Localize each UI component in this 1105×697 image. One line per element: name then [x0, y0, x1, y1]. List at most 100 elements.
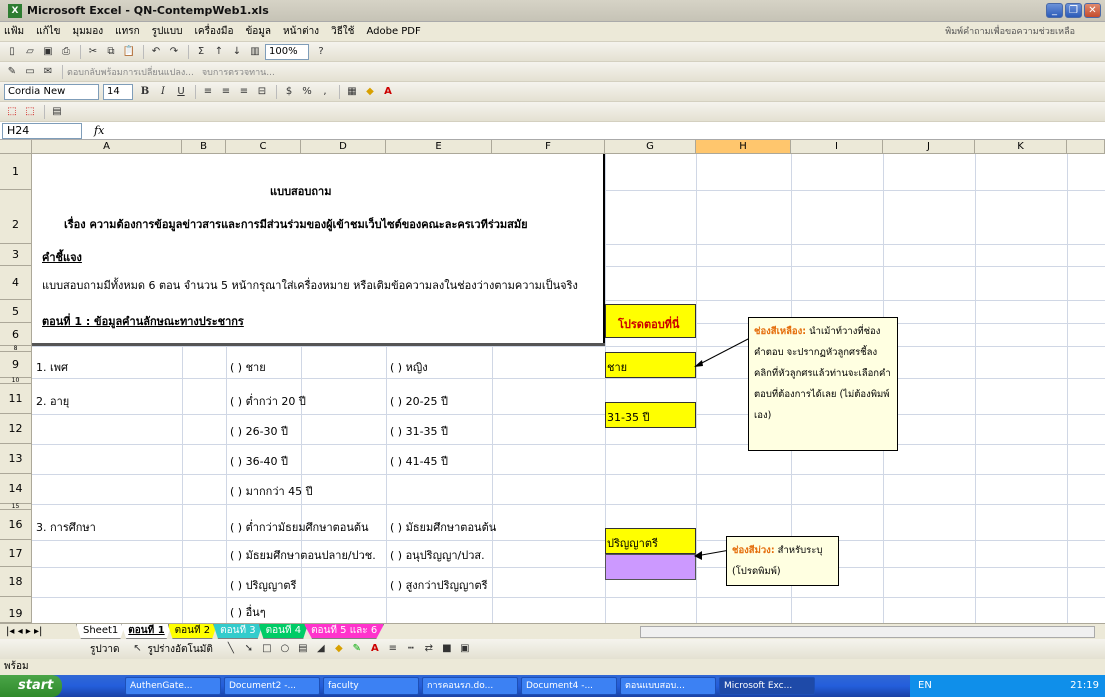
start-button[interactable]: start — [0, 675, 62, 697]
menu-adobe-pdf[interactable]: Adobe PDF — [366, 26, 420, 37]
column-header-b[interactable]: B — [182, 140, 226, 154]
menu-view[interactable]: มุมมอง — [73, 24, 104, 39]
row-header[interactable]: 3 — [0, 244, 32, 266]
help-icon[interactable]: ? — [313, 44, 329, 60]
font-name-select[interactable]: Cordia New — [4, 83, 99, 100]
column-header-e[interactable]: E — [386, 140, 492, 154]
sort-desc-icon[interactable]: ↓ — [229, 44, 245, 60]
row-header[interactable]: 2 — [0, 190, 32, 244]
draw-menu-button[interactable]: รูปวาด — [90, 642, 119, 657]
redo-icon[interactable]: ↷ — [166, 44, 182, 60]
menu-insert[interactable]: แทรก — [115, 24, 139, 39]
column-header-f[interactable]: F — [492, 140, 605, 154]
row-header[interactable]: 18 — [0, 567, 32, 597]
mail-icon[interactable]: ✉ — [40, 64, 56, 80]
column-header-k[interactable]: K — [975, 140, 1067, 154]
taskbar-button[interactable]: AuthenGate... — [125, 677, 221, 695]
language-indicator[interactable]: EN — [918, 680, 932, 691]
reply-changes-button[interactable]: ตอบกลับพร้อมการเปลี่ยนแปลง... — [67, 65, 194, 79]
column-header-g[interactable]: G — [605, 140, 696, 154]
menu-format[interactable]: รูปแบบ — [152, 24, 183, 39]
sheet-tab[interactable]: Sheet1 — [76, 624, 126, 639]
line-style-icon[interactable]: ≡ — [385, 641, 401, 657]
underline-icon[interactable]: U — [173, 84, 189, 100]
print-icon[interactable]: ⎙ — [58, 44, 74, 60]
row-header[interactable]: 4 — [0, 266, 32, 300]
row-header[interactable]: 11 — [0, 384, 32, 414]
row-header[interactable]: 1 — [0, 154, 32, 190]
dash-style-icon[interactable]: ┅ — [403, 641, 419, 657]
menu-window[interactable]: หน้าต่าง — [283, 24, 319, 39]
q3-other-input-cell[interactable] — [605, 554, 696, 580]
chart-icon[interactable]: ▥ — [247, 44, 263, 60]
taskbar-button-active[interactable]: Microsoft Exc... — [719, 677, 815, 695]
sheet-tab[interactable]: ตอนที่ 2 — [167, 624, 218, 639]
sheet-tab[interactable]: ตอนที่ 5 และ 6 — [304, 624, 385, 639]
column-header-l[interactable] — [1067, 140, 1105, 154]
comma-icon[interactable]: , — [317, 84, 333, 100]
end-review-button[interactable]: จบการตรวจทาน... — [202, 65, 275, 79]
menu-edit[interactable]: แก้ไข — [36, 24, 60, 39]
name-box[interactable]: H24 — [2, 122, 82, 139]
fx-icon[interactable]: fx — [94, 124, 104, 137]
new-icon[interactable]: ▯ — [4, 44, 20, 60]
textbox-icon[interactable]: ▤ — [295, 641, 311, 657]
align-left-icon[interactable]: ≡ — [200, 84, 216, 100]
q3-answer-value[interactable]: ปริญญาตรี — [607, 534, 658, 552]
fill-color-icon[interactable]: ◆ — [331, 641, 347, 657]
pdf-email-icon[interactable]: ⬚ — [22, 104, 38, 120]
undo-icon[interactable]: ↶ — [148, 44, 164, 60]
select-all-corner[interactable] — [0, 140, 32, 154]
cut-icon[interactable]: ✂ — [85, 44, 101, 60]
row-header[interactable]: 19 — [0, 597, 32, 623]
line-icon[interactable]: ╲ — [223, 641, 239, 657]
percent-icon[interactable]: % — [299, 84, 315, 100]
taskbar-button[interactable]: ตอนแบบสอบ... — [620, 677, 716, 695]
font-color-icon[interactable]: A — [380, 84, 396, 100]
borders-icon[interactable]: ▦ — [344, 84, 360, 100]
menu-data[interactable]: ข้อมูล — [245, 24, 271, 39]
column-header-a[interactable]: A — [32, 140, 182, 154]
sheet-tab[interactable]: ตอนที่ 3 — [213, 624, 263, 639]
bold-icon[interactable]: B — [137, 84, 153, 100]
oval-icon[interactable]: ○ — [277, 641, 293, 657]
sheet-tab-active[interactable]: ตอนที่ 1 — [121, 624, 172, 639]
align-right-icon[interactable]: ≡ — [236, 84, 252, 100]
3d-icon[interactable]: ▣ — [457, 641, 473, 657]
save-icon[interactable]: ▣ — [40, 44, 56, 60]
horizontal-scrollbar[interactable] — [640, 626, 1095, 638]
row-header[interactable]: 16 — [0, 510, 32, 540]
row-header[interactable]: 12 — [0, 414, 32, 444]
q1-answer-value[interactable]: ชาย — [607, 358, 627, 376]
arrow-icon[interactable]: ➘ — [241, 641, 257, 657]
pdf-icon[interactable]: ⬚ — [4, 104, 20, 120]
paste-icon[interactable]: 📋 — [121, 44, 137, 60]
close-button[interactable]: ✕ — [1084, 3, 1101, 18]
q2-answer-value[interactable]: 31-35 ปี — [607, 408, 649, 426]
column-header-i[interactable]: I — [791, 140, 883, 154]
help-search-box[interactable]: พิมพ์คำถามเพื่อขอความช่วยเหลือ — [945, 24, 1075, 38]
row-header[interactable]: 13 — [0, 444, 32, 474]
taskbar-button[interactable]: faculty — [323, 677, 419, 695]
menu-help[interactable]: วิธีใช้ — [331, 24, 354, 39]
select-arrow-icon[interactable]: ↖ — [129, 641, 145, 657]
form-icon[interactable]: ▤ — [49, 104, 65, 120]
italic-icon[interactable]: I — [155, 84, 171, 100]
line-color-icon[interactable]: ✎ — [349, 641, 365, 657]
sort-asc-icon[interactable]: ↑ — [211, 44, 227, 60]
copy-icon[interactable]: ⧉ — [103, 44, 119, 60]
autosum-icon[interactable]: Σ — [193, 44, 209, 60]
font-size-select[interactable]: 14 — [103, 83, 133, 100]
review-icon[interactable]: ✎ — [4, 64, 20, 80]
shadow-icon[interactable]: ■ — [439, 641, 455, 657]
row-header[interactable]: 5 — [0, 300, 32, 323]
align-center-icon[interactable]: ≡ — [218, 84, 234, 100]
wordart-icon[interactable]: ◢ — [313, 641, 329, 657]
worksheet-grid[interactable]: A B C D E F G H I J K 1 2 3 4 5 6 8 9 10… — [0, 140, 1105, 623]
row-header[interactable]: 6 — [0, 323, 32, 346]
row-header[interactable]: 9 — [0, 352, 32, 378]
taskbar-button[interactable]: Document4 -... — [521, 677, 617, 695]
column-header-d[interactable]: D — [301, 140, 386, 154]
menu-file[interactable]: แฟ้ม — [4, 24, 24, 39]
row-header[interactable]: 17 — [0, 540, 32, 567]
